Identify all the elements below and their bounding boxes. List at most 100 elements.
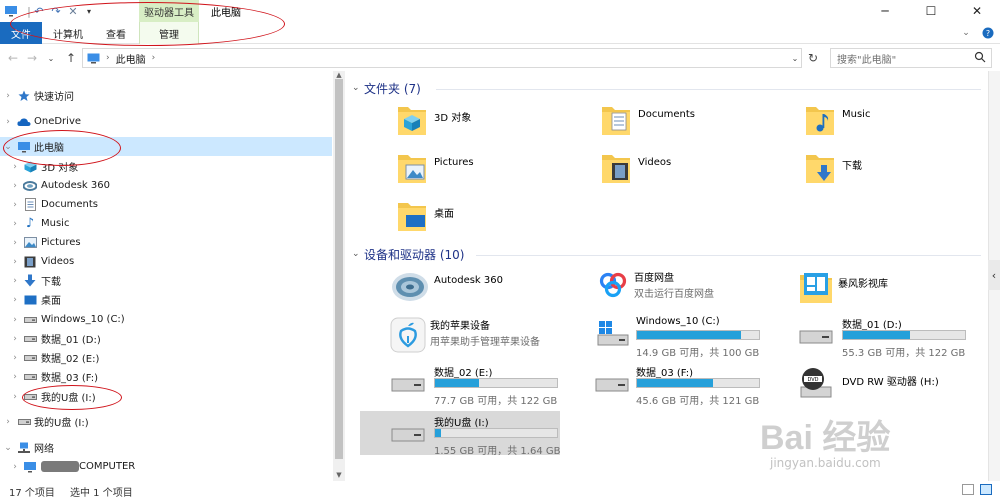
large-icons-view-icon[interactable] — [980, 484, 992, 495]
expand-chevron-icon[interactable]: › — [11, 219, 19, 229]
breadcrumb-chevron-icon[interactable]: › — [152, 53, 156, 63]
breadcrumb-chevron-icon[interactable]: › — [106, 53, 110, 63]
device-tile-autodesk-360[interactable]: Autodesk 360 — [390, 265, 590, 309]
nav-item-videos[interactable]: › Videos — [0, 252, 332, 271]
expand-chevron-icon[interactable]: › — [11, 353, 19, 363]
expand-chevron-icon[interactable]: › — [11, 392, 19, 402]
nav-item-drive-f[interactable]: › 数据_03 (F:) — [0, 367, 332, 386]
content-pane: ⌄ 文件夹 (7) 3D 对象 Documents Music Pictures… — [346, 71, 988, 481]
expand-chevron-icon[interactable]: › — [11, 181, 19, 191]
tab-view[interactable]: 查看 — [96, 22, 136, 44]
address-bar[interactable]: › 此电脑 › — [82, 48, 802, 68]
recent-locations-icon[interactable]: ⌄ — [44, 50, 58, 66]
expand-chevron-icon[interactable]: › — [11, 200, 19, 210]
minimize-button[interactable]: ─ — [862, 0, 908, 22]
nav-item-usb-drive[interactable]: › 我的U盘 (I:) — [0, 387, 332, 406]
expand-chevron-icon[interactable]: › — [11, 315, 19, 325]
device-tile-apple-devices[interactable]: 我的苹果设备 用苹果助手管理苹果设备 — [390, 313, 590, 357]
scroll-thumb[interactable] — [335, 79, 343, 459]
nav-scrollbar[interactable]: ▲ ▼ — [333, 71, 345, 481]
folders-group-header[interactable]: ⌄ 文件夹 (7) — [352, 80, 421, 96]
folder-tile-videos[interactable]: Videos — [594, 145, 794, 189]
maximize-button[interactable]: ☐ — [908, 0, 954, 22]
scroll-down-icon[interactable]: ▼ — [333, 471, 345, 479]
expand-ribbon-icon[interactable]: ⌄ — [956, 22, 976, 44]
expand-chevron-icon[interactable]: › — [11, 295, 19, 305]
nav-item-network[interactable]: ⌄ 网络 — [0, 438, 332, 457]
group-collapse-icon[interactable]: ⌄ — [352, 83, 364, 93]
expand-chevron-icon[interactable]: › — [11, 276, 19, 286]
expand-chevron-icon[interactable]: › — [4, 417, 12, 427]
close-button[interactable]: ✕ — [954, 0, 1000, 22]
expand-chevron-icon[interactable]: › — [11, 238, 19, 248]
collapse-chevron-icon[interactable]: ⌄ — [4, 142, 12, 152]
device-tile-drive-d[interactable]: 数据_01 (D:) 55.3 GB 可用，共 122 GB — [798, 313, 983, 359]
pictures-icon — [23, 236, 37, 250]
tab-computer[interactable]: 计算机 — [46, 22, 90, 44]
navigation-pane: › 快速访问 › OneDrive ⌄ 此电脑 › 3D 对象 › Autode… — [0, 80, 332, 480]
device-tile-drive-f[interactable]: 数据_03 (F:) 45.6 GB 可用，共 121 GB — [594, 361, 794, 407]
tab-file[interactable]: 文件 — [0, 22, 42, 44]
device-tile-baofeng-library[interactable]: 暴风影视库 — [798, 265, 983, 309]
device-tile-usb-drive[interactable]: 我的U盘 (I:) 1.55 GB 可用，共 1.64 GB — [360, 411, 560, 457]
nav-item-3d-objects[interactable]: › 3D 对象 — [0, 157, 332, 176]
device-tile-drive-c[interactable]: Windows_10 (C:) 14.9 GB 可用，共 100 GB — [594, 313, 794, 359]
nav-item-network-computer[interactable]: › COMPUTER — [0, 457, 332, 476]
redo-icon[interactable]: ↷ — [49, 4, 63, 18]
address-dropdown-icon[interactable]: ⌄ — [788, 50, 802, 66]
drive-icon — [799, 330, 833, 344]
up-button[interactable]: ↑ — [64, 50, 78, 66]
folder-tile-pictures[interactable]: Pictures — [390, 145, 590, 189]
expand-chevron-icon[interactable]: › — [4, 117, 12, 127]
nav-item-music[interactable]: › ♪ Music — [0, 214, 332, 233]
nav-item-documents[interactable]: › Documents — [0, 195, 332, 214]
nav-item-quick-access[interactable]: › 快速访问 — [0, 86, 332, 105]
expand-chevron-icon[interactable]: › — [11, 257, 19, 267]
nav-item-drive-d[interactable]: › 数据_01 (D:) — [0, 329, 332, 348]
scroll-up-icon[interactable]: ▲ — [333, 71, 345, 79]
undo-icon[interactable]: ↶ — [32, 4, 46, 18]
expand-chevron-icon[interactable]: › — [11, 334, 19, 344]
folder-tile-music[interactable]: Music — [798, 97, 983, 141]
nav-item-usb-drive-root[interactable]: › 我的U盘 (I:) — [0, 412, 332, 431]
back-button[interactable]: ← — [6, 50, 20, 66]
nav-item-desktop[interactable]: › 桌面 — [0, 290, 332, 309]
forward-button[interactable]: → — [25, 50, 39, 66]
details-view-icon[interactable] — [962, 484, 974, 495]
expand-chevron-icon[interactable]: › — [11, 162, 19, 172]
nav-item-onedrive[interactable]: › OneDrive — [0, 112, 332, 131]
onedrive-cloud-icon — [17, 115, 31, 129]
device-tile-baidu-netdisk[interactable]: 百度网盘 双击运行百度网盘 — [594, 265, 794, 309]
desktop-folder-icon — [398, 203, 426, 231]
folder-tile-3d-objects[interactable]: 3D 对象 — [390, 97, 590, 141]
this-pc-icon — [17, 140, 31, 154]
group-collapse-icon[interactable]: ⌄ — [352, 249, 364, 259]
search-icon[interactable] — [974, 51, 986, 66]
customize-toolbar-icon[interactable]: ▾ — [82, 4, 96, 18]
breadcrumb[interactable]: 此电脑 — [116, 51, 146, 66]
nav-item-downloads[interactable]: › 下载 — [0, 271, 332, 290]
expand-chevron-icon[interactable]: › — [11, 372, 19, 382]
expand-chevron-icon[interactable]: › — [11, 462, 19, 472]
folder-tile-desktop[interactable]: 桌面 — [390, 193, 590, 237]
help-icon[interactable]: ? — [978, 22, 998, 44]
search-input[interactable]: 搜索"此电脑" — [830, 48, 992, 68]
collapse-chevron-icon[interactable]: ⌄ — [4, 443, 12, 453]
refresh-icon[interactable]: ↻ — [806, 50, 820, 66]
collapse-pane-chevron-icon[interactable]: ‹ — [988, 260, 1000, 290]
search-placeholder: 搜索"此电脑" — [837, 54, 897, 66]
device-tile-dvd-drive[interactable]: DVD DVD RW 驱动器 (H:) — [798, 361, 983, 405]
devices-group-header[interactable]: ⌄ 设备和驱动器 (10) — [352, 246, 464, 262]
nav-item-pictures[interactable]: › Pictures — [0, 233, 332, 252]
title-bar: | ↶ ↷ ✕ ▾ 驱动器工具 此电脑 ─ ☐ ✕ — [0, 0, 1000, 22]
folder-tile-downloads[interactable]: 下载 — [798, 145, 983, 189]
delete-icon[interactable]: ✕ — [66, 4, 80, 18]
nav-item-drive-e[interactable]: › 数据_02 (E:) — [0, 348, 332, 367]
nav-item-autodesk-360[interactable]: › Autodesk 360 — [0, 176, 332, 195]
device-tile-drive-e[interactable]: 数据_02 (E:) 77.7 GB 可用，共 122 GB — [390, 361, 590, 407]
nav-item-this-pc[interactable]: ⌄ 此电脑 — [0, 137, 332, 156]
folder-tile-documents[interactable]: Documents — [594, 97, 794, 141]
tab-manage[interactable]: 管理 — [139, 22, 199, 44]
nav-item-drive-c[interactable]: › Windows_10 (C:) — [0, 310, 332, 329]
expand-chevron-icon[interactable]: › — [4, 91, 12, 101]
